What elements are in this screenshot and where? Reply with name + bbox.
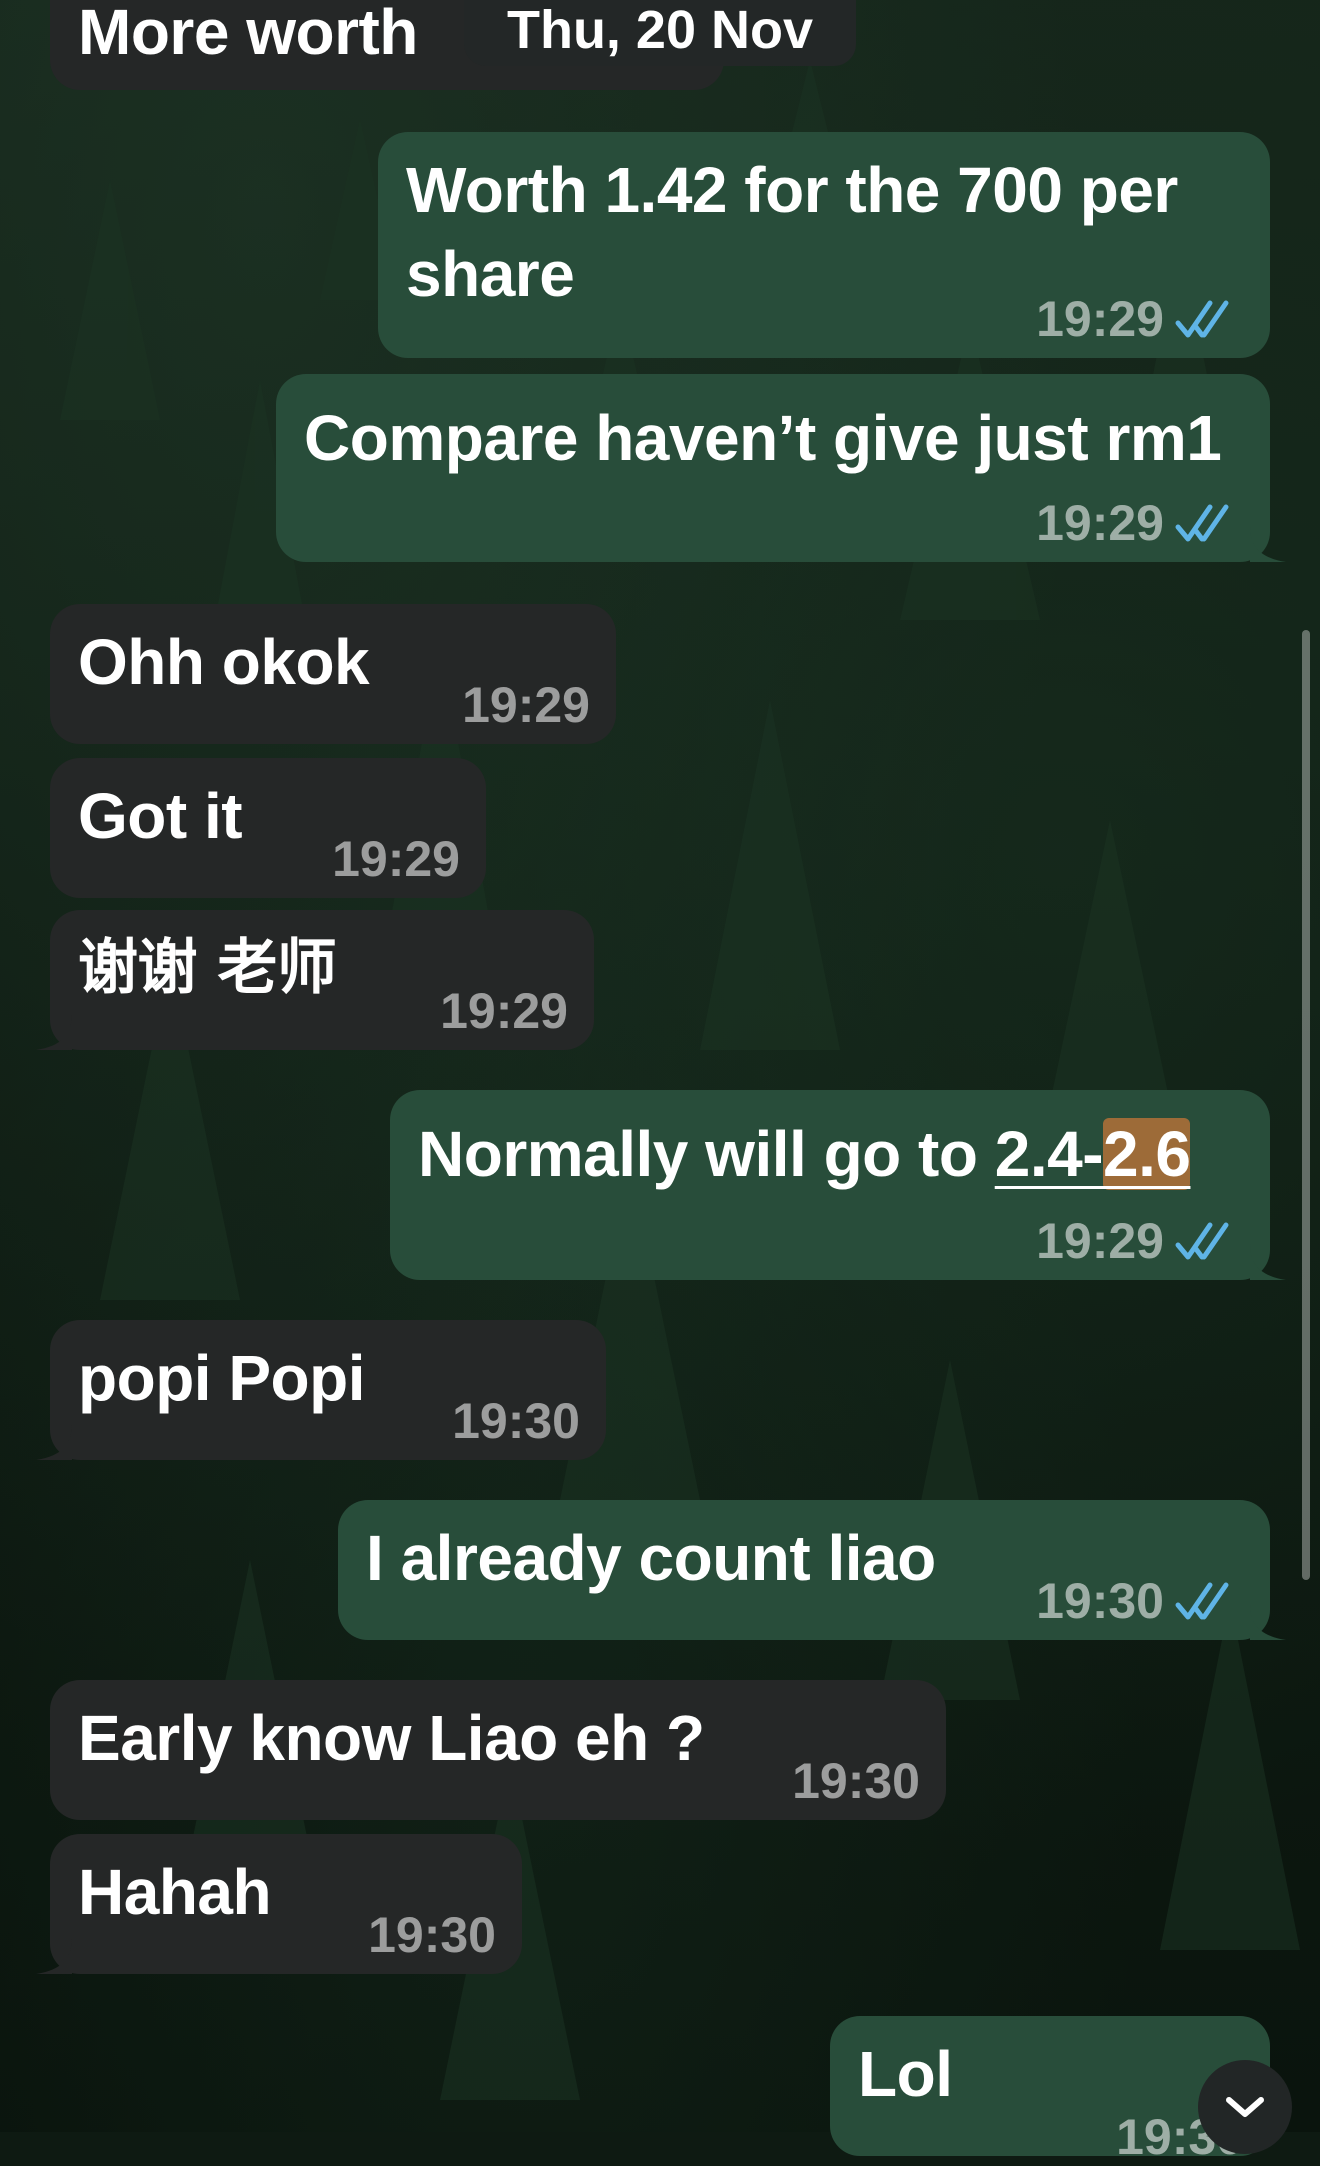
message-text: Normally will go to 2.4-2.6 (418, 1106, 1242, 1196)
message-time: 19:29 (1036, 495, 1164, 551)
message-time: 19:30 (792, 1753, 920, 1809)
message-time: 19:30 (452, 1393, 580, 1449)
message-time: 19:29 (1036, 291, 1164, 347)
scrollbar[interactable] (1302, 630, 1310, 1580)
double-check-icon (1175, 1582, 1229, 1620)
message-meta: 19:29 (440, 982, 568, 1040)
message-time: 19:29 (440, 983, 568, 1039)
scroll-down-button[interactable] (1198, 2060, 1292, 2154)
message-bubble-outgoing[interactable]: I already count liao 19:30 (338, 1500, 1286, 1640)
message-time: 19:29 (332, 831, 460, 887)
message-bubble-outgoing[interactable]: Normally will go to 2.4-2.6 19:29 (390, 1090, 1286, 1280)
message-bubble-outgoing[interactable]: Compare haven’t give just rm1 19:29 (276, 374, 1286, 562)
message-bubble-outgoing[interactable]: Worth 1.42 for the 700 per share 19:29 (378, 132, 1270, 358)
message-meta: 19:30 (368, 1906, 496, 1964)
message-bubble-incoming[interactable]: Early know Liao eh ? 19:30 (50, 1680, 946, 1820)
message-meta: 19:30 (1036, 1572, 1244, 1630)
message-bubble-incoming[interactable]: Ohh okok 19:29 (50, 604, 616, 744)
bubble-tail (36, 1424, 72, 1460)
message-bubble-incoming[interactable]: Hahah 19:30 (36, 1834, 522, 1974)
bubble-tail (1250, 526, 1286, 562)
message-meta: 19:29 (1036, 494, 1244, 552)
bubble-tail (36, 1938, 72, 1974)
date-separator: Thu, 20 Nov (464, 0, 856, 66)
message-text: Lol (858, 2038, 953, 2110)
message-time: 19:29 (462, 677, 590, 733)
bubble-tail (36, 1014, 72, 1050)
search-highlight: 2.6 (1103, 1118, 1191, 1190)
double-check-icon (1175, 300, 1229, 338)
double-check-icon (1175, 504, 1229, 542)
message-meta: 19:30 (452, 1392, 580, 1450)
message-time: 19:29 (1036, 1213, 1164, 1269)
message-meta: 19:29 (1036, 1212, 1244, 1270)
message-bubble-incoming[interactable]: popi Popi 19:30 (36, 1320, 606, 1460)
message-meta: 19:29 (332, 830, 460, 888)
message-time: 19:30 (1036, 1573, 1164, 1629)
message-text: Compare haven’t give just rm1 (304, 402, 1222, 474)
message-time: 19:30 (368, 1907, 496, 1963)
number-link[interactable]: 2.4-2.6 (995, 1118, 1191, 1190)
bubble-tail (1250, 1604, 1286, 1640)
message-meta: 19:29 (1036, 290, 1244, 348)
message-meta: 19:29 (462, 676, 590, 734)
message-bubble-incoming[interactable]: 谢谢 老师 19:29 (36, 910, 594, 1050)
message-text-prefix: Normally will go to (418, 1118, 995, 1190)
bubble-tail (1250, 1244, 1286, 1280)
message-meta: 19:30 (792, 1752, 920, 1810)
double-check-icon (1175, 1222, 1229, 1260)
chevron-down-icon (1226, 2097, 1264, 2117)
message-bubble-incoming[interactable]: Got it 19:29 (50, 758, 486, 898)
